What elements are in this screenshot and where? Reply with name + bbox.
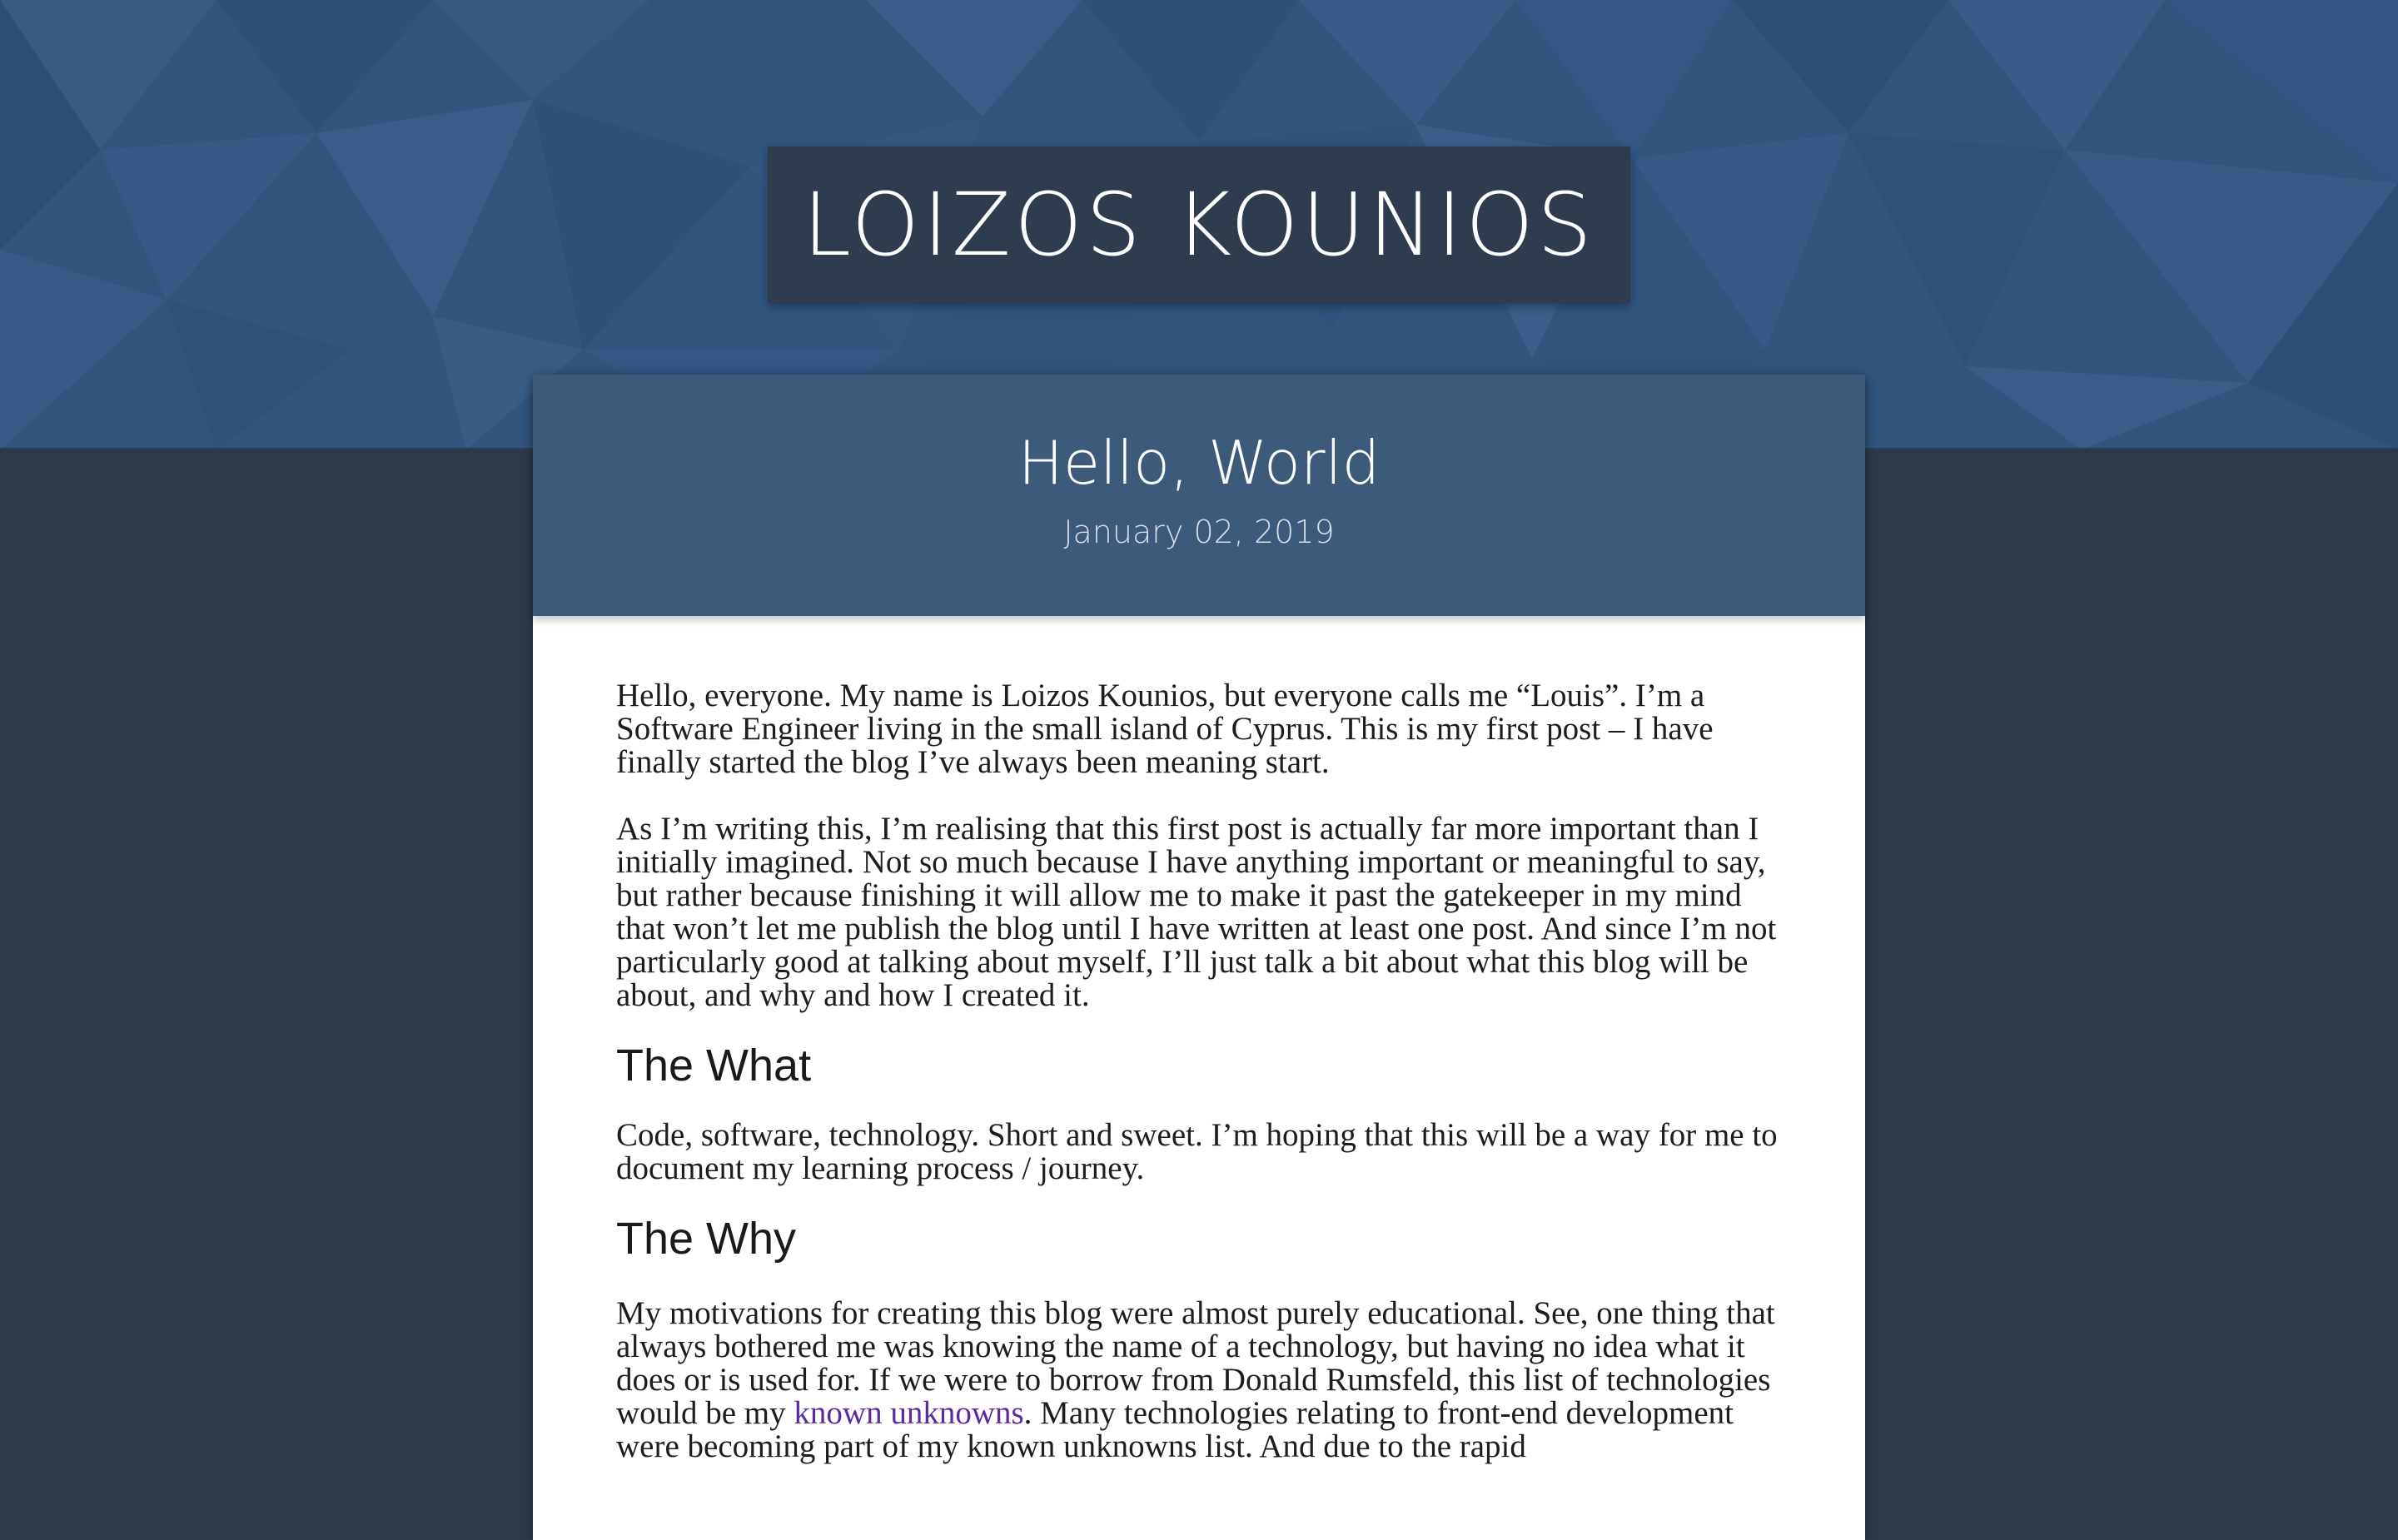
heading-the-what: The What [616,1041,812,1090]
site-title-box[interactable]: LOIZOS KOUNIOS [768,147,1630,303]
heading-spacer [616,1264,1790,1297]
post-card: Hello, World January 02, 2019 Hello, eve… [533,375,1865,1540]
heading-spacer [616,1090,1790,1119]
post-header: Hello, World January 02, 2019 [533,375,1865,616]
heading-the-why: The Why [616,1214,797,1264]
heading-spacer [616,1185,1790,1214]
heading-spacer [616,1012,1790,1041]
site-title-link[interactable]: LOIZOS KOUNIOS [803,174,1595,276]
post-body: Hello, everyone. My name is Loizos Kouni… [616,679,1790,1463]
post-paragraph-3: Code, software, technology. Short and sw… [616,1117,1778,1186]
known-unknowns-link[interactable]: known unknowns [794,1395,1023,1431]
post-paragraph-1: Hello, everyone. My name is Loizos Kouni… [616,678,1714,780]
post-date: January 02, 2019 [1063,514,1335,550]
post-paragraph-4: My motivations for creating this blog we… [616,1297,1790,1463]
post-title: Hello, World [1017,428,1381,498]
post-paragraph-2: As I’m writing this, I’m realising that … [616,811,1777,1013]
